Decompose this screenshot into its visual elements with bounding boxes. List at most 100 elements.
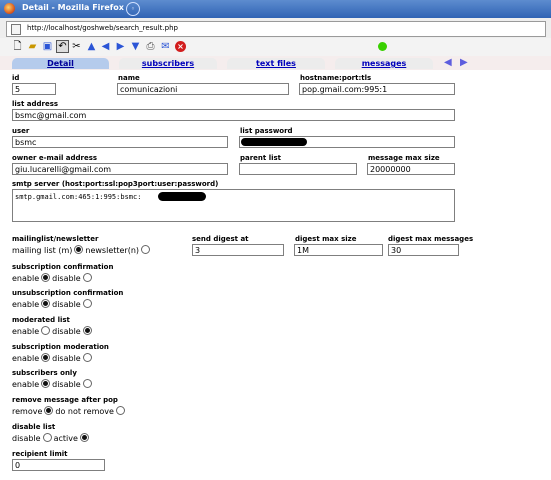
option-disable-label: disable [52, 327, 81, 336]
disable-radio[interactable] [42, 433, 52, 442]
recipient-limit-field[interactable]: 0 [12, 459, 105, 471]
status-indicator [378, 42, 387, 51]
subscription-moderation-radio-group: enable disable [12, 353, 94, 363]
open-folder-icon[interactable]: ▰ [27, 41, 38, 52]
list-address-field[interactable]: bsmc@gmail.com [12, 109, 455, 121]
disable-radio[interactable] [82, 379, 92, 388]
mailinglist-radio-group: mailing list (m) newsletter(n) [12, 245, 152, 255]
tab-next-icon[interactable]: ▶ [460, 57, 468, 68]
message-max-size-label: message max size [368, 154, 440, 162]
print-icon[interactable]: ⎙ [145, 41, 156, 52]
up-arrow-icon[interactable]: ▲ [86, 41, 97, 52]
parent-list-field[interactable] [239, 163, 357, 175]
enable-radio[interactable] [41, 379, 51, 388]
remove-after-pop-label: remove message after pop [12, 396, 118, 404]
mailinglist-option-label: mailing list (m) [12, 246, 73, 255]
smtp-server-label: smtp server (host:port:ssl:pop3port:user… [12, 180, 219, 188]
enable-radio[interactable] [41, 326, 51, 335]
do-not-remove-radio[interactable] [115, 406, 125, 415]
name-field[interactable]: comunicazioni [117, 83, 289, 95]
address-input[interactable]: http://localhost/goshweb/search_result.p… [6, 21, 546, 37]
subscribers-only-radio-group: enable disable [12, 379, 94, 389]
disable-list-label: disable list [12, 423, 56, 431]
option-disable-label: disable [52, 274, 81, 283]
moderated-list-label: moderated list [12, 316, 70, 324]
left-arrow-icon[interactable]: ◀ [100, 41, 111, 52]
id-label: id [12, 74, 20, 82]
option-disable-label: disable [12, 434, 41, 443]
tab-prev-icon[interactable]: ◀ [444, 57, 452, 68]
mailinglist-label: mailinglist/newsletter [12, 235, 99, 243]
message-max-size-field[interactable]: 20000000 [367, 163, 455, 175]
enable-radio[interactable] [41, 353, 51, 362]
down-arrow-icon[interactable]: ▼ [130, 41, 141, 52]
right-arrow-icon[interactable]: ▶ [115, 41, 126, 52]
user-label: user [12, 127, 30, 135]
close-icon[interactable]: × [175, 41, 186, 52]
option-disable-label: disable [52, 380, 81, 389]
owner-email-field[interactable]: giu.lucarelli@gmail.com [12, 163, 228, 175]
subscription-confirmation-radio-group: enable disable [12, 273, 94, 283]
smtp-password-redaction [158, 192, 206, 201]
hostname-label: hostname:port:tls [300, 74, 372, 82]
app-toolbar: 🗋 ▰ ▣ ↶ ✂ ▲ ◀ ▶ ▼ ⎙ ✉ × [0, 38, 551, 56]
digest-max-size-label: digest max size [295, 235, 357, 243]
disable-radio[interactable] [82, 273, 92, 282]
save-icon[interactable]: ▣ [42, 41, 53, 52]
undo-icon[interactable]: ↶ [56, 40, 69, 53]
digest-max-size-field[interactable]: 1M [294, 244, 383, 256]
firefox-icon [4, 3, 15, 14]
disable-radio[interactable] [82, 326, 92, 335]
address-url[interactable]: http://localhost/goshweb/search_result.p… [27, 24, 178, 32]
send-digest-field[interactable]: 3 [192, 244, 284, 256]
new-document-icon[interactable]: 🗋 [12, 41, 23, 52]
recipient-limit-label: recipient limit [12, 450, 68, 458]
disable-radio[interactable] [82, 299, 92, 308]
page-icon [11, 24, 21, 35]
newsletter-radio[interactable] [141, 245, 151, 254]
moderated-list-radio-group: enable disable [12, 326, 94, 336]
tab-subscribers[interactable]: subscribers [119, 58, 217, 69]
owner-email-label: owner e-mail address [12, 154, 98, 162]
digest-max-messages-label: digest max messages [388, 235, 474, 243]
window-titlebar: Detail - Mozilla Firefox ◦ [0, 0, 551, 18]
id-field[interactable]: 5 [12, 83, 56, 95]
subscription-moderation-label: subscription moderation [12, 343, 109, 351]
option-enable-label: enable [12, 380, 40, 389]
option-enable-label: enable [12, 274, 40, 283]
smtp-server-textarea[interactable]: smtp.gmail.com:465:1:995:bsmc: [12, 189, 455, 222]
hostname-field[interactable]: pop.gmail.com:995:1 [299, 83, 455, 95]
user-field[interactable]: bsmc [12, 136, 228, 148]
tab-messages[interactable]: messages [335, 58, 433, 69]
unsubscription-confirmation-label: unsubscription confirmation [12, 289, 124, 297]
window-title: Detail - Mozilla Firefox [22, 3, 124, 12]
option-enable-label: enable [12, 327, 40, 336]
subscription-confirmation-label: subscription confirmation [12, 263, 114, 271]
disable-radio[interactable] [82, 353, 92, 362]
option-do-not-remove-label: do not remove [55, 407, 114, 416]
parent-list-label: parent list [240, 154, 282, 162]
option-active-label: active [53, 434, 78, 443]
tab-text-files[interactable]: text files [227, 58, 325, 69]
tab-detail[interactable]: Detail [12, 58, 109, 69]
mailinglist-radio[interactable] [74, 245, 84, 254]
name-label: name [118, 74, 140, 82]
enable-radio[interactable] [41, 273, 51, 282]
disable-list-radio-group: disable active [12, 433, 91, 443]
mail-icon[interactable]: ✉ [160, 41, 171, 52]
option-enable-label: enable [12, 354, 40, 363]
newsletter-option-label: newsletter(n) [85, 246, 140, 255]
remove-radio[interactable] [44, 406, 54, 415]
window-menu-icon[interactable]: ◦ [126, 2, 140, 16]
option-disable-label: disable [52, 300, 81, 309]
digest-max-messages-field[interactable]: 30 [388, 244, 459, 256]
enable-radio[interactable] [41, 299, 51, 308]
password-redaction [241, 138, 307, 146]
cut-icon[interactable]: ✂ [71, 41, 82, 52]
detail-form: id 5 name comunicazioni hostname:port:tl… [0, 71, 551, 480]
tab-bar: Detail subscribers text files messages [0, 56, 551, 70]
option-enable-label: enable [12, 300, 40, 309]
active-radio[interactable] [79, 433, 89, 442]
list-address-label: list address [12, 100, 59, 108]
subscribers-only-label: subscribers only [12, 369, 77, 377]
